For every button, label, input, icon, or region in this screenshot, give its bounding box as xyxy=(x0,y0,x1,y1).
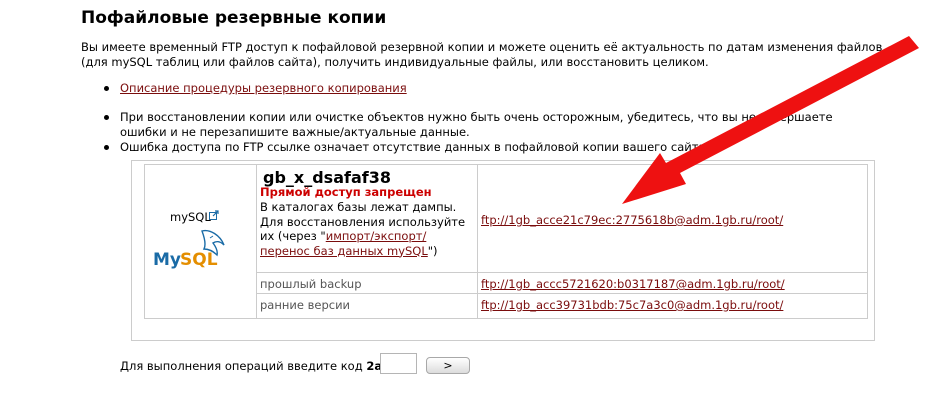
code-prompt-text: Для выполнения операций введите код xyxy=(120,359,363,373)
mysql-logo: My SQL xyxy=(153,229,225,270)
code-prompt: Для выполнения операций введите код 2a5: xyxy=(120,359,394,373)
intro-text: Вы имеете временный FTP доступ к пофайло… xyxy=(81,40,883,69)
backup-label-earlier: ранние версии xyxy=(260,298,351,312)
code-input[interactable] xyxy=(380,353,417,374)
list-item: Ошибка доступа по FTP ссылке означает от… xyxy=(101,140,881,155)
mysql-logo-sql: SQL xyxy=(180,250,218,270)
page-title: Пофайловые резервные копии xyxy=(81,8,387,28)
db-description-suffix: ") xyxy=(427,243,438,258)
links-list: Описание процедуры резервного копировани… xyxy=(101,81,407,96)
notes-list: При восстановлении копии или очистке объ… xyxy=(101,110,881,155)
ftp-previous-link[interactable]: ftp://1gb_accc5721620:b0317187@adm.1gb.r… xyxy=(481,277,785,291)
ftp-current-link[interactable]: ftp://1gb_acce21c79ec:2775618b@adm.1gb.r… xyxy=(481,213,783,227)
mysql-logo-my: My xyxy=(153,250,181,270)
backup-label-previous: прошлый backup xyxy=(260,277,362,291)
backup-procedure-link[interactable]: Описание процедуры резервного копировани… xyxy=(120,81,407,95)
ftp-earlier-link[interactable]: ftp://1gb_acc39731bdb:75c7a3c0@adm.1gb.r… xyxy=(481,298,783,312)
db-description: В каталогах базы лежат дампы. Для восста… xyxy=(260,200,470,258)
list-item: Описание процедуры резервного копировани… xyxy=(101,81,407,96)
list-item: При восстановлении копии или очистке объ… xyxy=(101,110,881,140)
db-type-label: mySQL xyxy=(170,210,211,224)
access-denied-warning: Прямой доступ запрещен xyxy=(260,185,432,199)
submit-button[interactable]: > xyxy=(426,357,470,374)
external-link-icon[interactable] xyxy=(209,210,219,220)
